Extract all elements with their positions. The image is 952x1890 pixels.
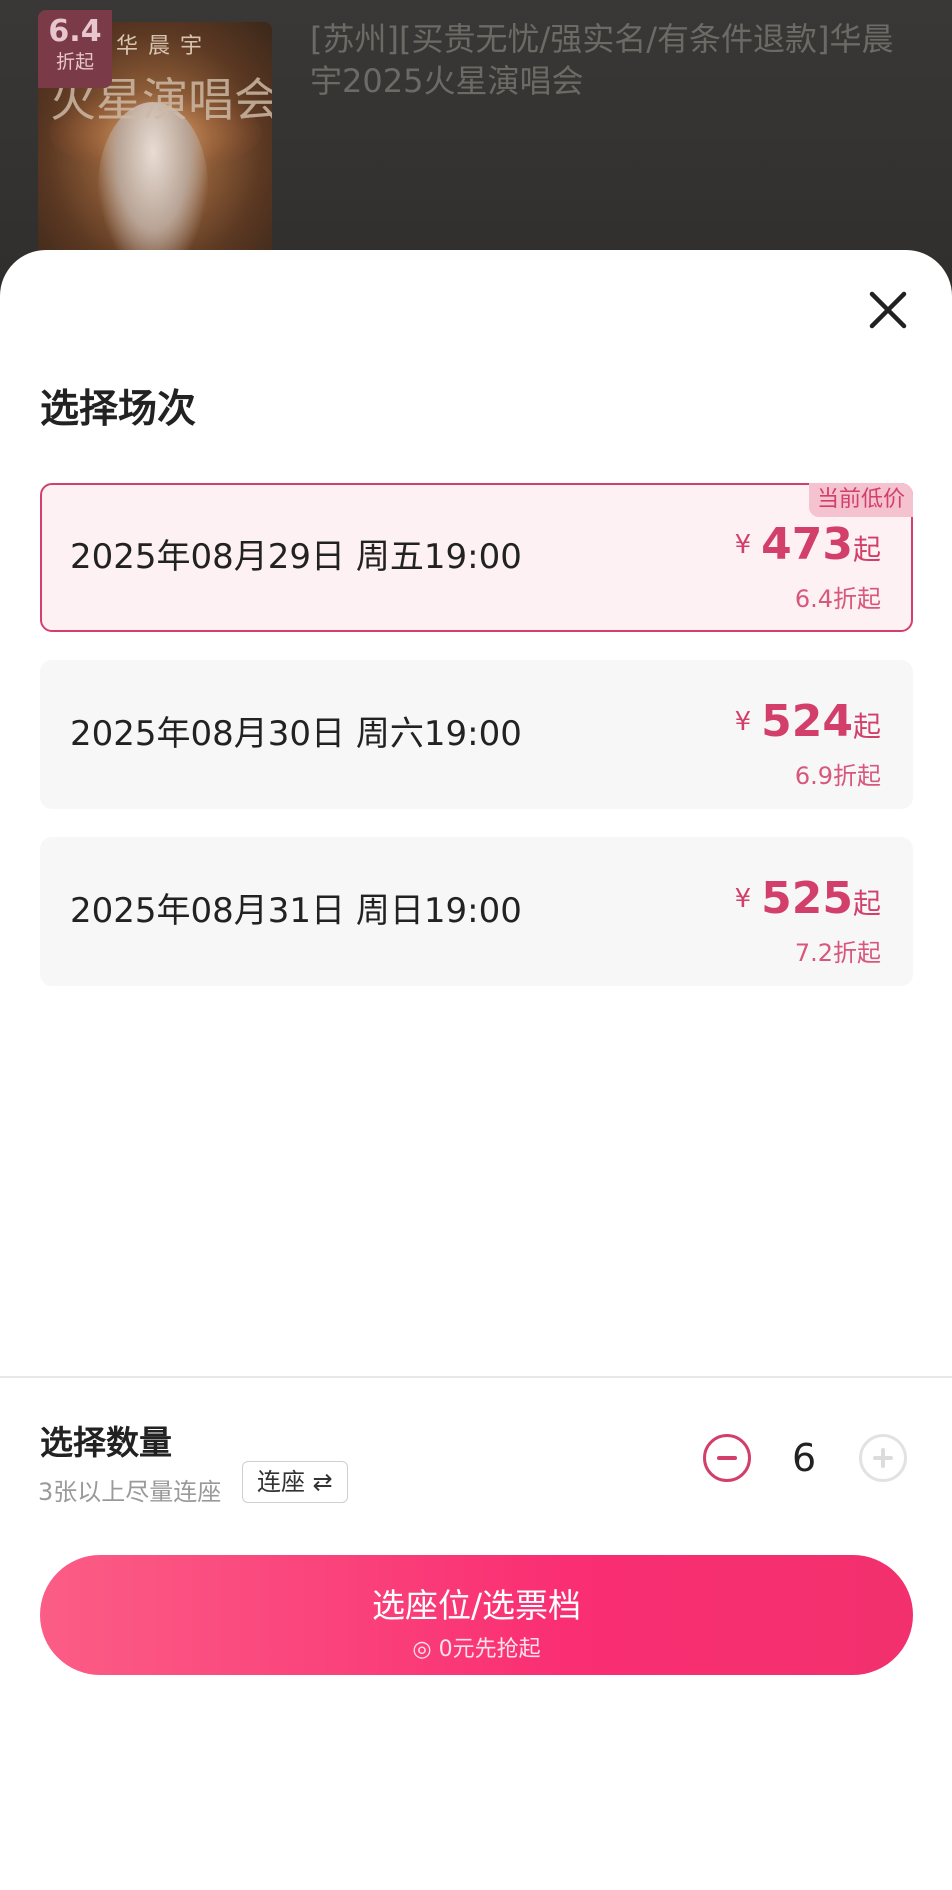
adjacent-seat-toggle[interactable]: 连座 ⇄	[242, 1461, 348, 1503]
session-discount: 6.9折起	[794, 762, 881, 790]
discount-unit: 折起	[55, 51, 94, 73]
cta-label: 选座位/选票档	[371, 1586, 582, 1625]
session-date: 2025年08月29日 周五19:00	[70, 537, 522, 577]
section-divider	[0, 1376, 952, 1378]
session-option[interactable]: 2025年08月29日 周五19:00 当前低价 ¥473起 6.4折起	[40, 483, 913, 632]
session-price: ¥473起	[735, 519, 881, 570]
session-price: ¥524起	[735, 696, 881, 747]
decrease-quantity-button[interactable]	[703, 1434, 751, 1482]
price-amount: 525	[761, 873, 853, 924]
currency-symbol: ¥	[734, 884, 752, 914]
discount-value: 6.4	[48, 14, 102, 49]
session-price: ¥525起	[735, 873, 881, 924]
discount-badge: 6.4 折起	[38, 10, 112, 88]
price-suffix: 起	[852, 533, 881, 566]
session-date: 2025年08月31日 周日19:00	[70, 891, 522, 931]
session-discount: 7.2折起	[794, 939, 881, 967]
session-option[interactable]: 2025年08月30日 周六19:00 ¥524起 6.9折起	[40, 660, 913, 809]
close-icon	[869, 291, 907, 329]
price-amount: 524	[761, 696, 853, 747]
quantity-title: 选择数量	[40, 1423, 172, 1462]
session-discount: 6.4折起	[794, 585, 881, 613]
price-suffix: 起	[852, 887, 881, 920]
session-option[interactable]: 2025年08月31日 周日19:00 ¥525起 7.2折起	[40, 837, 913, 986]
close-button[interactable]	[866, 288, 910, 332]
quantity-value: 6	[792, 1436, 817, 1480]
select-seat-button[interactable]: 选座位/选票档 ◎ 0元先抢起	[40, 1555, 913, 1675]
sheet-title: 选择场次	[40, 387, 197, 432]
poster-artist: 华晨宇	[116, 34, 213, 59]
session-date: 2025年08月30日 周六19:00	[70, 714, 522, 754]
price-amount: 473	[761, 519, 853, 570]
increase-quantity-button[interactable]	[859, 1434, 907, 1482]
cta-sublabel: ◎ 0元先抢起	[412, 1637, 541, 1662]
currency-symbol: ¥	[734, 707, 752, 737]
price-suffix: 起	[852, 710, 881, 743]
quantity-hint: 3张以上尽量连座	[38, 1478, 222, 1506]
show-title: [苏州][买贵无忧/强实名/有条件退款]华晨宇2025火星演唱会	[310, 20, 894, 100]
currency-symbol: ¥	[734, 530, 752, 560]
lowest-price-tag: 当前低价	[808, 483, 913, 517]
